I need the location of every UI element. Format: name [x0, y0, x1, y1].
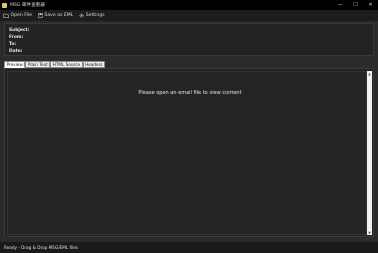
empty-state-message: Please open an email file to view conten…	[138, 90, 242, 96]
vertical-scrollbar[interactable]: ▲ ▼	[367, 71, 372, 235]
window-controls: — ☐ ✕	[333, 0, 378, 10]
preview-area[interactable]: Please open an email file to view conten…	[7, 71, 367, 235]
maximize-button[interactable]: ☐	[348, 0, 363, 10]
to-label: To:	[9, 42, 17, 47]
tab-plain-text[interactable]: Plain Text	[25, 61, 51, 68]
close-button[interactable]: ✕	[363, 0, 378, 10]
status-text: Ready - Drag & Drop MSG/EML files	[4, 245, 79, 250]
email-header-panel: Subject: From: To: Date:	[4, 23, 374, 56]
tab-headers[interactable]: Headers	[82, 61, 105, 68]
view-tabs: Preview Plain Text HTML Source Headers	[4, 61, 105, 68]
folder-icon	[3, 13, 9, 18]
app-envelope-icon	[2, 2, 7, 8]
date-label: Date:	[9, 49, 23, 54]
open-file-label: Open File	[10, 13, 32, 18]
from-label: From:	[9, 35, 24, 40]
save-as-eml-button[interactable]: Save as EML	[38, 13, 73, 18]
toolbar: Open File Save as EML Settings	[0, 10, 378, 21]
status-bar: Ready - Drag & Drop MSG/EML files	[0, 242, 378, 253]
save-as-eml-label: Save as EML	[44, 13, 74, 18]
subject-label: Subject:	[9, 28, 30, 33]
title-bar: MSG 邮件查看器 — ☐ ✕	[0, 0, 378, 10]
scroll-up-arrow-icon[interactable]: ▲	[367, 71, 372, 76]
preview-panel: Please open an email file to view conten…	[4, 68, 374, 237]
tab-html-source[interactable]: HTML Source	[50, 61, 83, 68]
minimize-button[interactable]: —	[333, 0, 348, 10]
gear-icon	[79, 13, 84, 18]
scroll-down-arrow-icon[interactable]: ▼	[367, 230, 372, 235]
tab-preview[interactable]: Preview	[4, 61, 26, 68]
open-file-button[interactable]: Open File	[3, 13, 32, 18]
save-icon	[38, 13, 43, 18]
settings-button[interactable]: Settings	[79, 13, 105, 18]
settings-label: Settings	[85, 13, 105, 18]
window-title: MSG 邮件查看器	[10, 3, 45, 8]
